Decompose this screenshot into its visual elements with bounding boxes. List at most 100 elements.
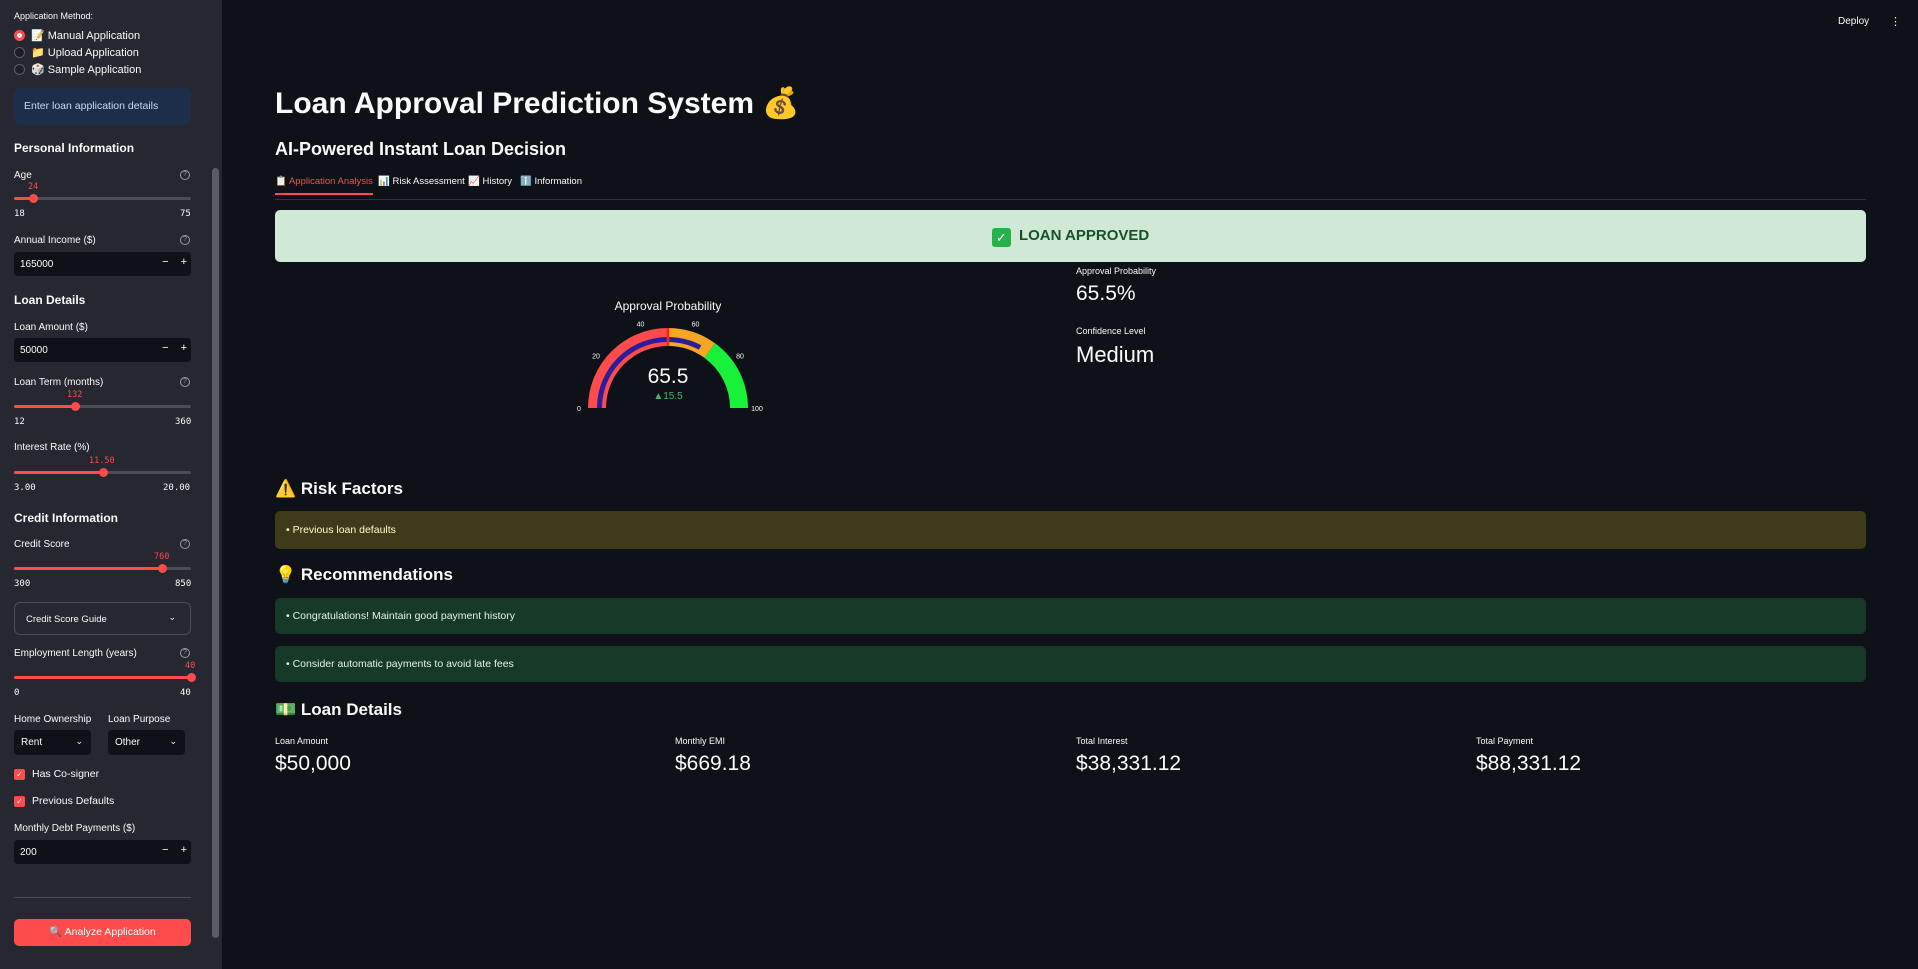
tab-information[interactable]: ℹ️ Information — [520, 176, 582, 193]
loan-details-heading: 💵 Loan Details — [275, 700, 402, 719]
gauge-svg: Approval Probability 0 20 40 60 80 100 65.5 ▲… — [577, 299, 763, 413]
kebab-icon[interactable]: ⋮ — [1890, 15, 1901, 28]
sidebar-scrollbar[interactable] — [212, 168, 219, 938]
total-interest-metric-label: Total Interest — [1076, 736, 1128, 746]
approval-result-banner: ✓ LOAN APPROVED — [275, 210, 1866, 262]
employment-min: 0 — [14, 688, 20, 698]
confidence-level-label: Confidence Level — [1076, 326, 1146, 336]
help-icon[interactable]: ? — [180, 235, 190, 245]
checkbox-label: Has Co-signer — [32, 768, 100, 780]
radio-unselected-icon[interactable] — [14, 64, 25, 75]
checkbox-checked-icon[interactable]: ✓ — [14, 795, 25, 807]
loan-amount-label: Loan Amount ($) — [14, 322, 88, 333]
annual-income-value: 165000 — [20, 259, 54, 270]
monthly-debt-input[interactable]: 200 − + — [14, 840, 191, 864]
decrement-icon[interactable]: − — [162, 256, 168, 268]
loan-purpose-select[interactable]: Other ⌄ — [108, 730, 185, 755]
application-method-label: Application Method: — [14, 11, 94, 21]
slider-thumb[interactable] — [157, 564, 167, 573]
loan-amount-metric-label: Loan Amount — [275, 736, 329, 746]
home-ownership-label: Home Ownership — [14, 714, 92, 725]
help-icon[interactable]: ? — [180, 539, 190, 549]
radio-label: 📁 Upload Application — [31, 47, 139, 59]
radio-selected-icon[interactable] — [14, 30, 25, 41]
analyze-application-button[interactable]: 🔍 Analyze Application — [14, 919, 191, 946]
gauge-tick-label: 0 — [577, 406, 581, 413]
gauge-tick-label: 60 — [692, 321, 700, 328]
credit-score-slider-value: 760 — [154, 552, 170, 562]
gauge-tick-label: 20 — [592, 354, 600, 361]
approval-probability-gauge: Approval Probability 0 20 40 60 80 100 65.5 ▲… — [568, 292, 768, 422]
radio-sample-application[interactable]: 🎲 Sample Application — [14, 63, 141, 76]
checkbox-checked-icon[interactable]: ✓ — [14, 768, 25, 780]
select-value: Rent — [21, 737, 43, 748]
tab-risk-assessment[interactable]: 📊 Risk Assessment — [378, 176, 465, 193]
slider-thumb[interactable] — [98, 468, 108, 477]
annual-income-input[interactable]: 165000 − + — [14, 252, 191, 276]
has-cosigner-checkbox[interactable]: ✓ Has Co-signer — [14, 768, 99, 780]
slider-thumb[interactable] — [187, 673, 196, 682]
page-title: Loan Approval Prediction System 💰 — [275, 87, 800, 120]
loan-amount-metric-value: $50,000 — [275, 752, 351, 775]
approval-probability-value: 65.5% — [1076, 282, 1136, 305]
help-icon[interactable]: ? — [180, 648, 190, 658]
monthly-emi-metric-value: $669.18 — [675, 752, 751, 775]
risk-factor-item: • Previous loan defaults — [275, 511, 1866, 549]
radio-manual-application[interactable]: 📝 Manual Application — [14, 29, 140, 42]
total-payment-metric-label: Total Payment — [1476, 736, 1534, 746]
chevron-down-icon: ⌄ — [168, 612, 176, 622]
interest-rate-label: Interest Rate (%) — [14, 442, 90, 453]
radio-label: 📝 Manual Application — [31, 30, 141, 42]
gauge-delta: ▲15.5 — [653, 391, 683, 402]
increment-icon[interactable]: + — [181, 844, 187, 856]
age-slider-value: 24 — [28, 182, 39, 192]
select-value: Other — [115, 737, 141, 748]
home-ownership-select[interactable]: Rent ⌄ — [14, 730, 91, 755]
radio-upload-application[interactable]: 📁 Upload Application — [14, 46, 139, 59]
info-message: Enter loan application details — [14, 88, 191, 125]
age-max: 75 — [180, 209, 191, 219]
interest-rate-min: 3.00 — [14, 483, 36, 493]
interest-rate-slider-value: 11.50 — [89, 456, 115, 466]
sidebar-divider — [14, 897, 191, 898]
radio-label: 🎲 Sample Application — [31, 64, 142, 76]
radio-unselected-icon[interactable] — [14, 47, 25, 58]
recommendations-heading: 💡 Recommendations — [275, 565, 453, 584]
gauge-tick-label: 100 — [751, 406, 763, 413]
credit-information-heading: Credit Information — [14, 511, 118, 525]
approval-result-text: LOAN APPROVED — [1018, 227, 1150, 244]
increment-icon[interactable]: + — [181, 256, 187, 268]
loan-term-min: 12 — [14, 417, 25, 427]
slider-thumb[interactable] — [28, 194, 38, 203]
credit-score-slider[interactable] — [14, 564, 191, 573]
page-subtitle: AI-Powered Instant Loan Decision — [275, 139, 567, 159]
credit-score-guide-expander[interactable]: Credit Score Guide ⌄ — [14, 602, 191, 635]
approval-probability-label: Approval Probability — [1076, 266, 1157, 276]
credit-score-min: 300 — [14, 579, 31, 589]
gauge-value: 65.5 — [648, 365, 689, 388]
monthly-emi-metric-label: Monthly EMI — [675, 736, 726, 746]
total-interest-metric-value: $38,331.12 — [1076, 752, 1182, 775]
employment-slider-value: 40 — [185, 661, 196, 671]
increment-icon[interactable]: + — [181, 342, 187, 354]
help-icon[interactable]: ? — [180, 377, 190, 387]
age-slider[interactable] — [14, 194, 191, 203]
employment-length-slider[interactable] — [14, 673, 196, 682]
chevron-down-icon: ⌄ — [169, 736, 177, 746]
loan-term-slider[interactable] — [14, 402, 191, 411]
decrement-icon[interactable]: − — [162, 342, 168, 354]
tab-history[interactable]: 📈 History — [468, 176, 512, 193]
help-icon[interactable]: ? — [180, 170, 190, 180]
checkbox-label: Previous Defaults — [32, 795, 115, 807]
slider-thumb[interactable] — [71, 402, 81, 411]
deploy-button[interactable]: Deploy — [1838, 16, 1869, 27]
loan-term-max: 360 — [175, 417, 192, 427]
loan-amount-input[interactable]: 50000 − + — [14, 338, 191, 362]
sidebar-content: Application Method: 📝 Manual Application… — [0, 0, 206, 969]
tab-application-analysis[interactable]: 📋 Application Analysis — [275, 176, 373, 195]
previous-defaults-checkbox[interactable]: ✓ Previous Defaults — [14, 795, 114, 807]
decrement-icon[interactable]: − — [162, 844, 168, 856]
interest-rate-slider[interactable] — [14, 468, 191, 477]
recommendation-item: • Consider automatic payments to avoid l… — [275, 646, 1866, 682]
gauge-tick-label: 80 — [736, 354, 744, 361]
